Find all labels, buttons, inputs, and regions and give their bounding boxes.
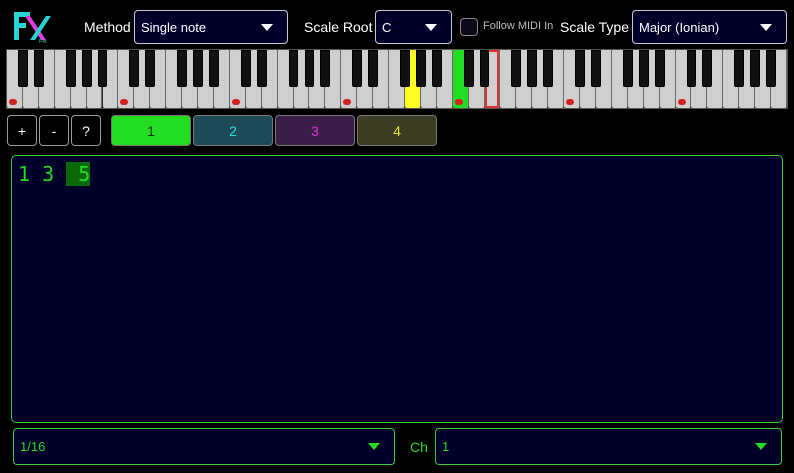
c-key-marker-icon [566,99,575,105]
method-select[interactable]: Single note [134,10,288,44]
chevron-down-icon [425,23,437,31]
black-key-ds5[interactable] [479,50,490,87]
scale-type-label: Scale Type [560,19,630,35]
black-key-gs5[interactable] [527,50,538,87]
sequence-editor[interactable]: 1 3 5 [11,155,783,423]
help-button[interactable]: ? [71,115,101,146]
chevron-down-icon [368,443,380,450]
black-key-fs2[interactable] [177,50,188,87]
piano-keyboard[interactable] [6,49,788,109]
remove-button[interactable]: - [39,115,69,146]
chevron-down-icon [755,443,767,450]
black-key-as5[interactable] [543,50,554,87]
black-key-as2[interactable] [209,50,219,87]
tab-1[interactable]: 1 [111,115,191,146]
tab-4[interactable]: 4 [357,115,437,146]
c-key-marker-icon [9,99,17,105]
c-key-marker-icon [120,99,129,105]
c-key-marker-icon [677,99,686,105]
black-key-as7[interactable] [766,50,776,87]
follow-midi-checkbox[interactable] [460,18,478,36]
c-key-marker-icon [454,99,463,105]
black-key-fs3[interactable] [288,50,299,87]
scale-root-select[interactable]: C [375,10,452,44]
black-key-as3[interactable] [320,50,331,87]
black-key-ds7[interactable] [702,50,713,87]
black-key-cs4[interactable] [352,50,363,87]
black-key-gs6[interactable] [638,50,649,87]
black-key-gs7[interactable] [750,50,761,87]
black-key-as4[interactable] [431,50,442,87]
follow-midi-label: Follow MIDI In [483,20,554,32]
black-key-fs7[interactable] [734,50,745,87]
black-key-fs5[interactable] [511,50,522,87]
channel-select[interactable]: 1 [435,428,782,465]
black-key-cs3[interactable] [240,50,251,87]
channel-select-value: 1 [442,439,450,454]
scale-root-select-value: C [382,19,392,35]
black-key-cs1[interactable] [17,50,28,87]
black-key-as1[interactable] [97,50,108,87]
scale-type-select-value: Major (Ionian) [639,19,720,35]
black-key-as6[interactable] [654,50,665,87]
chevron-down-icon [261,23,273,31]
channel-label: Ch [410,439,428,455]
sequence-prefix: 1 3 [18,162,67,186]
method-select-value: Single note [141,19,207,35]
black-key-fs1[interactable] [65,50,76,87]
black-key-cs5[interactable] [463,50,474,87]
black-key-ds2[interactable] [145,50,156,87]
division-select[interactable]: 1/16 [13,428,395,465]
chevron-down-icon [760,23,772,31]
scale-type-select[interactable]: Major (Ionian) [632,10,787,44]
black-key-cs2[interactable] [129,50,140,87]
black-key-cs7[interactable] [686,50,697,87]
sequence-highlighted-step: 5 [66,162,91,186]
black-key-ds4[interactable] [368,50,379,87]
app-window: Pet Method Single note Scale Root C Foll… [0,0,794,473]
black-key-gs1[interactable] [81,50,92,87]
c-key-marker-icon [231,99,240,105]
black-key-ds6[interactable] [591,50,601,87]
svg-text:Pet: Pet [39,39,47,44]
black-key-ds3[interactable] [256,50,267,87]
method-label: Method [84,19,131,35]
black-key-gs2[interactable] [193,50,203,87]
fx-logo: Pet [14,12,51,44]
black-key-gs4[interactable] [415,50,426,87]
black-key-fs6[interactable] [622,50,633,87]
black-key-ds1[interactable] [33,50,44,87]
black-key-cs6[interactable] [575,50,585,87]
tab-2[interactable]: 2 [193,115,273,146]
sequence-text: 1 3 5 [18,162,91,186]
division-select-value: 1/16 [20,439,46,454]
tab-3[interactable]: 3 [275,115,355,146]
scale-root-label: Scale Root [304,19,373,35]
black-key-fs4[interactable] [400,50,410,87]
c-key-marker-icon [343,99,352,105]
black-key-gs3[interactable] [304,50,315,87]
add-button[interactable]: + [7,115,37,146]
